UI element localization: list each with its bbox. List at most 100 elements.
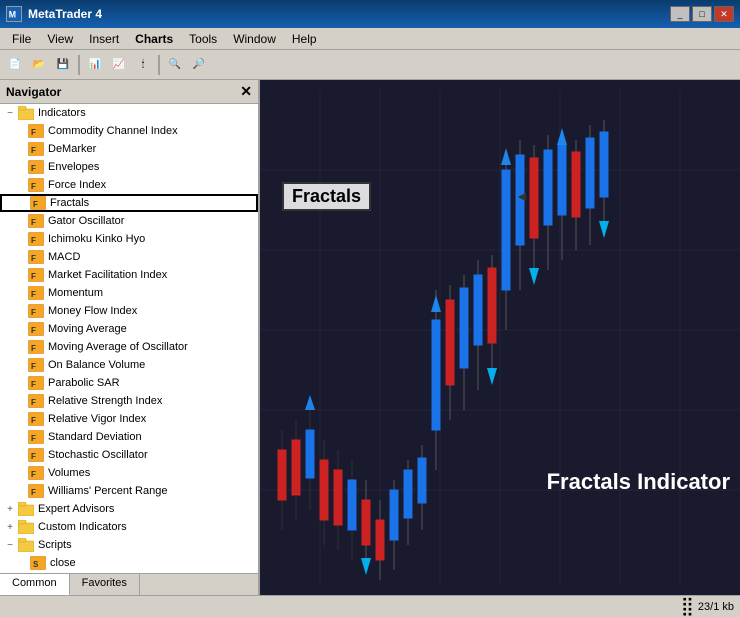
indicator-label-20: Williams' Percent Range bbox=[48, 485, 167, 497]
menu-file[interactable]: File bbox=[4, 30, 39, 48]
folder-icon-custom bbox=[18, 520, 34, 534]
indicator-label-14: Parabolic SAR bbox=[48, 377, 120, 389]
indicator-label-8: Market Facilitation Index bbox=[48, 269, 167, 281]
svg-text:F: F bbox=[31, 398, 36, 407]
indicator-label-2: Envelopes bbox=[48, 161, 99, 173]
indicator-label-0: Commodity Channel Index bbox=[48, 125, 178, 137]
tree-indicator-demarker[interactable]: FDeMarker bbox=[0, 140, 258, 158]
tree-indicators-list: FCommodity Channel IndexFDeMarkerFEnvelo… bbox=[0, 122, 258, 500]
script-icon-close: S bbox=[30, 556, 46, 570]
tree-indicator-ichimoku-kinko-hyo[interactable]: F Ichimoku Kinko Hyo bbox=[0, 230, 258, 248]
indicator-label-7: MACD bbox=[48, 251, 80, 263]
svg-text:F: F bbox=[31, 146, 36, 155]
menu-view[interactable]: View bbox=[39, 30, 81, 48]
nav-tree[interactable]: − Indicators F Commodity Channel Index FDe… bbox=[0, 104, 258, 573]
tree-indicator-standard-deviation[interactable]: F Standard Deviation bbox=[0, 428, 258, 446]
svg-text:F: F bbox=[31, 236, 36, 245]
tree-indicator-relative-strength-index[interactable]: F Relative Strength Index bbox=[0, 392, 258, 410]
status-market-indicator: ⣿ 23/1 kb bbox=[681, 596, 734, 617]
svg-text:F: F bbox=[31, 434, 36, 443]
main-content: Navigator ✕ − Indicators F Commodity Chan… bbox=[0, 80, 740, 595]
folder-icon-indicators bbox=[18, 106, 34, 120]
indicator-label-6: Ichimoku Kinko Hyo bbox=[48, 233, 145, 245]
toolbar: 📄 📂 💾 📊 📈 🕯 🔍 🔎 bbox=[0, 50, 740, 80]
svg-text:F: F bbox=[33, 200, 38, 209]
indicator-label-17: Standard Deviation bbox=[48, 431, 142, 443]
toolbar-line[interactable]: 📈 bbox=[108, 54, 130, 76]
menu-help[interactable]: Help bbox=[284, 30, 325, 48]
indicator-label-3: Force Index bbox=[48, 179, 106, 191]
tree-indicator-moving-average[interactable]: F Moving Average bbox=[0, 320, 258, 338]
toolbar-zoom-in[interactable]: 🔍 bbox=[164, 54, 186, 76]
svg-text:F: F bbox=[31, 128, 36, 137]
svg-text:F: F bbox=[31, 326, 36, 335]
navigator-header: Navigator ✕ bbox=[0, 80, 258, 104]
toolbar-candle[interactable]: 🕯 bbox=[132, 54, 154, 76]
chart-svg bbox=[260, 80, 740, 595]
tree-indicator-parabolic-sar[interactable]: FParabolic SAR bbox=[0, 374, 258, 392]
indicator-label-18: Stochastic Oscillator bbox=[48, 449, 148, 461]
folder-icon-ea bbox=[18, 502, 34, 516]
tree-indicator-on-balance-volume[interactable]: FOn Balance Volume bbox=[0, 356, 258, 374]
toolbar-open[interactable]: 📂 bbox=[28, 54, 50, 76]
tree-indicator-money-flow-index[interactable]: F Money Flow Index bbox=[0, 302, 258, 320]
menu-charts[interactable]: Charts bbox=[127, 30, 181, 48]
tree-expert-advisors[interactable]: + Expert Advisors bbox=[0, 500, 258, 518]
minimize-button[interactable]: _ bbox=[670, 6, 690, 22]
window-controls[interactable]: _ □ ✕ bbox=[670, 6, 734, 22]
tree-custom-indicators[interactable]: + Custom Indicators bbox=[0, 518, 258, 536]
tree-indicators-root[interactable]: − Indicators bbox=[0, 104, 258, 122]
menu-tools[interactable]: Tools bbox=[181, 30, 225, 48]
svg-text:F: F bbox=[31, 344, 36, 353]
svg-text:M: M bbox=[9, 10, 16, 20]
folder-icon-scripts bbox=[18, 538, 34, 552]
svg-text:F: F bbox=[31, 254, 36, 263]
tab-favorites[interactable]: Favorites bbox=[70, 574, 140, 595]
indicator-label-10: Money Flow Index bbox=[48, 305, 137, 317]
toolbar-save[interactable]: 💾 bbox=[52, 54, 74, 76]
tree-scripts[interactable]: − Scripts bbox=[0, 536, 258, 554]
toolbar-zoom-out[interactable]: 🔎 bbox=[188, 54, 210, 76]
menu-bar: File View Insert Charts Tools Window Hel… bbox=[0, 28, 740, 50]
svg-text:S: S bbox=[33, 560, 39, 569]
svg-text:F: F bbox=[31, 272, 36, 281]
tree-indicator-williams'-percent-range[interactable]: FWilliams' Percent Range bbox=[0, 482, 258, 500]
expand-icon-scripts: − bbox=[4, 539, 16, 551]
tree-indicator-envelopes[interactable]: FEnvelopes bbox=[0, 158, 258, 176]
tree-indicator-momentum[interactable]: FMomentum bbox=[0, 284, 258, 302]
tree-indicator-macd[interactable]: F MACD bbox=[0, 248, 258, 266]
status-bar: ⣿ 23/1 kb bbox=[0, 595, 740, 617]
tree-indicator-moving-average-of-oscillator[interactable]: F Moving Average of Oscillator bbox=[0, 338, 258, 356]
tree-indicator-gator-oscillator[interactable]: FGator Oscillator bbox=[0, 212, 258, 230]
indicator-label-12: Moving Average of Oscillator bbox=[48, 341, 188, 353]
toolbar-separator-1 bbox=[78, 55, 80, 75]
custom-indicators-label: Custom Indicators bbox=[38, 521, 127, 533]
expand-icon-custom: + bbox=[4, 521, 16, 533]
tree-script-close[interactable]: S close bbox=[0, 554, 258, 572]
tree-indicator-stochastic-oscillator[interactable]: FStochastic Oscillator bbox=[0, 446, 258, 464]
restore-button[interactable]: □ bbox=[692, 6, 712, 22]
svg-text:F: F bbox=[31, 416, 36, 425]
tree-indicator-fractals[interactable]: FFractals bbox=[0, 194, 258, 212]
tree-indicator-market-facilitation-index[interactable]: F Market Facilitation Index bbox=[0, 266, 258, 284]
script-close-label: close bbox=[50, 557, 76, 569]
menu-insert[interactable]: Insert bbox=[81, 30, 127, 48]
toolbar-new[interactable]: 📄 bbox=[4, 54, 26, 76]
chart-area: Fractals ◄ Fractals Indicator bbox=[260, 80, 740, 595]
indicator-label-19: Volumes bbox=[48, 467, 90, 479]
indicator-label-11: Moving Average bbox=[48, 323, 127, 335]
tree-indicator-commodity-channel-index[interactable]: F Commodity Channel Index bbox=[0, 122, 258, 140]
callout-arrow: ◄ bbox=[515, 188, 529, 204]
menu-window[interactable]: Window bbox=[225, 30, 284, 48]
tab-common[interactable]: Common bbox=[0, 574, 70, 595]
tree-indicator-force-index[interactable]: FForce Index bbox=[0, 176, 258, 194]
close-button[interactable]: ✕ bbox=[714, 6, 734, 22]
toolbar-chart[interactable]: 📊 bbox=[84, 54, 106, 76]
tree-indicator-volumes[interactable]: F Volumes bbox=[0, 464, 258, 482]
svg-text:F: F bbox=[31, 470, 36, 479]
tree-indicator-relative-vigor-index[interactable]: FRelative Vigor Index bbox=[0, 410, 258, 428]
navigator-close[interactable]: ✕ bbox=[240, 83, 252, 100]
indicator-label-5: Gator Oscillator bbox=[48, 215, 124, 227]
indicator-label-15: Relative Strength Index bbox=[48, 395, 162, 407]
svg-text:F: F bbox=[31, 308, 36, 317]
